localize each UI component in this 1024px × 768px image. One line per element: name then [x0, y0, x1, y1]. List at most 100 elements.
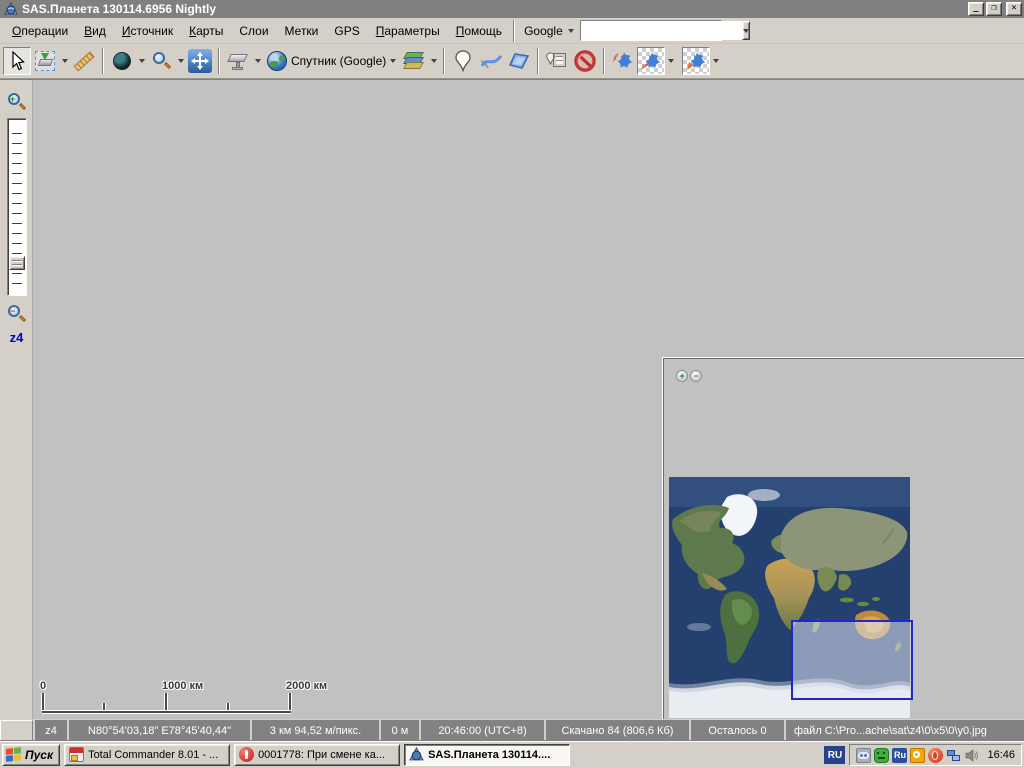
layers-dropdown[interactable]: [428, 47, 439, 75]
fullscreen-icon: [188, 49, 212, 73]
map-view[interactable]: 0 1000 км 2000 км + −: [33, 80, 1024, 719]
search-dropdown-button[interactable]: [742, 21, 750, 40]
placemark-manager-button[interactable]: [543, 47, 571, 75]
scale-tick: [165, 693, 167, 711]
add-polygon-button[interactable]: [505, 47, 533, 75]
updater-tray-icon[interactable]: [874, 748, 889, 763]
menu-layers[interactable]: Слои: [231, 21, 276, 41]
menu-placemarks[interactable]: Метки: [277, 21, 327, 41]
task-label: 0001778: При смене ка...: [258, 749, 385, 761]
zoom-slider[interactable]: [7, 118, 27, 296]
menu-gps[interactable]: GPS: [326, 21, 367, 41]
opera-tray-icon[interactable]: [928, 748, 943, 763]
zoom-out-button[interactable]: −: [6, 304, 26, 324]
chevron-down-icon: [568, 29, 574, 33]
zoom-tool-dropdown[interactable]: [175, 47, 186, 75]
restore-button[interactable]: ❐: [986, 2, 1002, 16]
selection-tool-button[interactable]: [31, 47, 59, 75]
total-commander-icon: [69, 747, 84, 762]
status-downloaded: Скачано 84 (806,6 Кб): [546, 720, 689, 741]
toolbar-separator: [537, 48, 539, 74]
status-zoom: z4: [35, 720, 67, 741]
scale-bar: 0 1000 км 2000 км: [42, 680, 294, 716]
search-provider-button[interactable]: Google: [518, 21, 580, 41]
selection-tool-dropdown[interactable]: [59, 47, 70, 75]
menu-help[interactable]: Помощь: [448, 21, 510, 41]
menu-settings[interactable]: Параметры: [368, 21, 448, 41]
minimap-world-map[interactable]: [669, 477, 910, 718]
gps-follow-button[interactable]: [682, 47, 710, 75]
scale-label-0: 0: [40, 680, 46, 692]
minimap-zoom-out-button[interactable]: −: [690, 370, 702, 382]
scale-tick: [289, 693, 291, 711]
sas-planet-icon: [409, 747, 424, 762]
task-label: Total Commander 8.01 - ...: [88, 749, 218, 761]
gps-track-dropdown[interactable]: [665, 47, 676, 75]
search-combobox: [580, 20, 722, 41]
globe-icon: [267, 51, 287, 71]
gps-track-button[interactable]: [637, 47, 665, 75]
taskbar-task-bugtracker[interactable]: 0001778: При смене ка...: [234, 744, 400, 766]
tray-clock[interactable]: 16:46: [982, 749, 1015, 761]
start-button[interactable]: Пуск: [2, 744, 60, 766]
zoom-tool-button[interactable]: [147, 47, 175, 75]
chevron-down-icon: [713, 59, 719, 63]
layers-button[interactable]: [400, 47, 428, 75]
add-path-button[interactable]: [477, 47, 505, 75]
status-coordinates: N80°54'03,18" E78°45'40,44": [69, 720, 250, 741]
toolbar-separator: [603, 48, 605, 74]
gps-splat-icon: [685, 51, 707, 71]
measure-distance-button[interactable]: [70, 47, 98, 75]
polygon-icon: [507, 51, 531, 71]
chevron-down-icon: [255, 59, 261, 63]
menu-view[interactable]: Вид: [76, 21, 114, 41]
gps-follow-dropdown[interactable]: [710, 47, 721, 75]
night-mode-dropdown[interactable]: [136, 47, 147, 75]
zoom-sidebar: + − z4: [0, 80, 33, 719]
toolbar-separator: [218, 48, 220, 74]
scale-tick: [42, 693, 44, 711]
toolbar-separator: [443, 48, 445, 74]
menu-operations[interactable]: Операции: [4, 21, 76, 41]
status-corner-panel: [0, 720, 33, 741]
search-input[interactable]: [581, 21, 742, 40]
minimap-panel: + −: [663, 358, 1024, 719]
taskbar-task-total-commander[interactable]: Total Commander 8.01 - ...: [64, 744, 230, 766]
minimap-zoom-in-button[interactable]: +: [676, 370, 688, 382]
volume-tray-icon[interactable]: [964, 748, 979, 763]
pan-tool-button[interactable]: [3, 47, 31, 75]
search-provider-label: Google: [524, 24, 563, 38]
forbidden-icon: [574, 50, 596, 72]
menu-bar: Операции Вид Источник Карты Слои Метки G…: [0, 18, 1024, 44]
punto-switcher-tray-icon[interactable]: Ru: [892, 748, 907, 763]
menu-maps[interactable]: Карты: [181, 21, 231, 41]
chevron-down-icon: [431, 59, 437, 63]
teamviewer-tray-icon[interactable]: [856, 748, 871, 763]
scale-tick: [227, 703, 229, 711]
gps-marker-button[interactable]: [609, 47, 637, 75]
scale-tick: [103, 703, 105, 711]
dark-globe-icon: [113, 52, 131, 70]
taskbar-task-sas-planet[interactable]: SAS.Планета 130114....: [404, 744, 570, 766]
minimize-button[interactable]: _: [968, 2, 984, 16]
minimap-viewport-rectangle[interactable]: [791, 620, 913, 700]
chevron-down-icon: [390, 59, 396, 63]
application-window: SAS.Планета 130114.6956 Nightly _ ❐ ✕ Оп…: [0, 0, 1024, 768]
view-mode-dropdown[interactable]: [252, 47, 263, 75]
view-mode-button[interactable]: [224, 47, 252, 75]
night-mode-button[interactable]: [108, 47, 136, 75]
fullscreen-button[interactable]: [186, 47, 214, 75]
network-tray-icon[interactable]: [946, 748, 961, 763]
zoom-slider-thumb[interactable]: [9, 256, 25, 270]
windows-logo-icon: [6, 747, 22, 763]
orange-app-tray-icon[interactable]: [910, 748, 925, 763]
language-indicator[interactable]: RU: [824, 746, 845, 764]
zoom-in-button[interactable]: +: [6, 92, 26, 112]
map-type-selector[interactable]: Спутник (Google): [263, 47, 400, 75]
add-placemark-button[interactable]: [449, 47, 477, 75]
menu-source[interactable]: Источник: [114, 21, 181, 41]
close-button[interactable]: ✕: [1006, 2, 1022, 16]
placemark-icon: [455, 50, 471, 72]
hide-placemarks-button[interactable]: [571, 47, 599, 75]
system-tray: RU Ru: [824, 744, 1022, 766]
